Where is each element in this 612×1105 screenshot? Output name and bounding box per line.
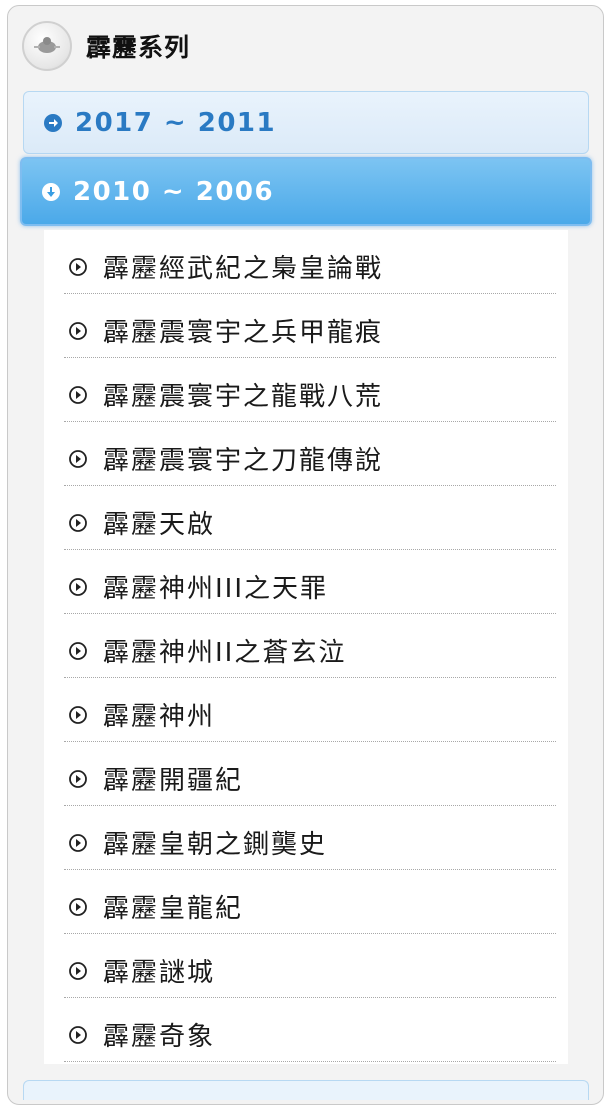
list-item[interactable]: 霹靂震寰宇之龍戰八荒 — [64, 358, 556, 422]
list-item[interactable]: 霹靂神州II之蒼玄泣 — [64, 614, 556, 678]
item-label: 霹靂謎城 — [103, 958, 216, 988]
play-circle-icon — [69, 833, 87, 852]
item-label: 霹靂天啟 — [103, 510, 216, 540]
arrow-right-circle-icon — [44, 113, 62, 132]
tab-label: 2010 ~ 2006 — [73, 176, 275, 207]
list-item[interactable]: 霹靂神州 — [64, 678, 556, 742]
tab-2017-2011[interactable]: 2017 ~ 2011 — [23, 91, 589, 154]
play-circle-icon — [69, 769, 87, 788]
arrow-down-circle-icon — [42, 182, 60, 201]
puppet-logo-icon — [22, 21, 72, 71]
play-circle-icon — [69, 705, 87, 724]
tab-next-partial[interactable] — [23, 1080, 589, 1100]
item-label: 霹靂震寰宇之刀龍傳說 — [103, 446, 384, 476]
item-label: 霹靂奇象 — [103, 1022, 216, 1052]
item-label: 霹靂神州II之蒼玄泣 — [103, 638, 347, 668]
panel-title: 霹靂系列 — [86, 33, 191, 62]
item-label: 霹靂開疆紀 — [103, 766, 244, 796]
item-label: 霹靂經武紀之梟皇論戰 — [103, 254, 384, 284]
list-item[interactable]: 霹靂奇象 — [64, 998, 556, 1062]
item-label: 霹靂神州 — [103, 702, 216, 732]
series-list: 霹靂經武紀之梟皇論戰 霹靂震寰宇之兵甲龍痕 霹靂震寰宇之龍戰八荒 霹靂震寰宇之刀… — [44, 230, 568, 1064]
list-item[interactable]: 霹靂經武紀之梟皇論戰 — [64, 230, 556, 294]
play-circle-icon — [69, 1025, 87, 1044]
item-label: 霹靂神州III之天罪 — [103, 574, 329, 604]
tab-label: 2017 ~ 2011 — [75, 107, 277, 138]
item-label: 霹靂皇朝之鍘龑史 — [103, 830, 328, 860]
play-circle-icon — [69, 321, 87, 340]
item-label: 霹靂皇龍紀 — [103, 894, 244, 924]
play-circle-icon — [69, 897, 87, 916]
panel-header: 霹靂系列 — [22, 20, 190, 72]
list-item[interactable]: 霹靂皇龍紀 — [64, 870, 556, 934]
tab-2010-2006[interactable]: 2010 ~ 2006 — [20, 157, 592, 226]
play-circle-icon — [69, 385, 87, 404]
play-circle-icon — [69, 449, 87, 468]
list-item[interactable]: 霹靂謎城 — [64, 934, 556, 998]
item-label: 霹靂震寰宇之龍戰八荒 — [103, 382, 384, 412]
play-circle-icon — [69, 961, 87, 980]
play-circle-icon — [69, 641, 87, 660]
item-label: 霹靂震寰宇之兵甲龍痕 — [103, 318, 384, 348]
play-circle-icon — [69, 257, 87, 276]
list-item[interactable]: 霹靂天啟 — [64, 486, 556, 550]
list-item[interactable]: 霹靂神州III之天罪 — [64, 550, 556, 614]
list-item[interactable]: 霹靂震寰宇之刀龍傳說 — [64, 422, 556, 486]
play-circle-icon — [69, 577, 87, 596]
play-circle-icon — [69, 513, 87, 532]
list-item[interactable]: 霹靂開疆紀 — [64, 742, 556, 806]
list-item[interactable]: 霹靂震寰宇之兵甲龍痕 — [64, 294, 556, 358]
list-item[interactable]: 霹靂皇朝之鍘龑史 — [64, 806, 556, 870]
